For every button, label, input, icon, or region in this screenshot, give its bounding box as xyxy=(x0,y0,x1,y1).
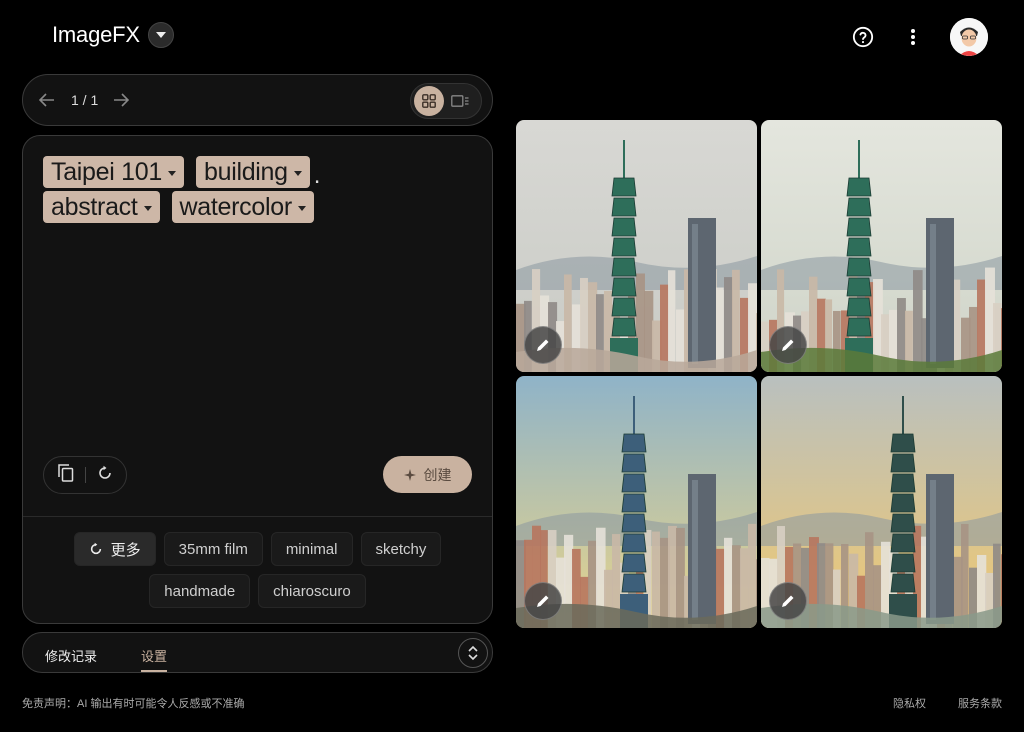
disclaimer: 免责声明：AI 输出有时可能令人反感或不准确 xyxy=(22,698,245,710)
edit-image-button[interactable] xyxy=(524,326,562,364)
more-suggestions-button[interactable]: 更多 xyxy=(73,532,156,566)
prompt-row: abstract watercolor xyxy=(43,191,463,223)
app-menu-dropdown[interactable] xyxy=(147,22,174,48)
page-count: 1 / 1 xyxy=(71,92,99,108)
pencil-icon xyxy=(782,595,794,607)
refresh-icon xyxy=(90,542,101,555)
tab-settings[interactable]: 设置 xyxy=(141,646,167,665)
suggestion-minimal[interactable]: minimal xyxy=(270,532,353,566)
prompt-row: Taipei 101 building . xyxy=(43,156,463,188)
edit-image-button[interactable] xyxy=(769,326,807,364)
suggestion-row: handmade chiaroscuro xyxy=(63,574,452,608)
edit-image-button[interactable] xyxy=(769,582,807,620)
header-actions xyxy=(850,18,988,56)
active-tab-indicator xyxy=(141,670,167,672)
privacy-link[interactable]: 隐私权 xyxy=(893,695,926,711)
chip-taipei-101[interactable]: Taipei 101 xyxy=(43,156,184,188)
grid-view-button[interactable] xyxy=(414,86,444,116)
more-label: 更多 xyxy=(110,541,141,559)
chip-label: Taipei 101 xyxy=(51,157,162,186)
avatar-icon xyxy=(950,18,988,56)
caret-down-icon xyxy=(293,170,302,176)
edit-image-button[interactable] xyxy=(524,582,562,620)
view-toggle xyxy=(410,83,482,119)
caret-down-icon xyxy=(143,205,152,211)
chip-building[interactable]: building xyxy=(195,156,310,188)
prompt-tools xyxy=(43,456,127,494)
unfold-icon xyxy=(468,645,478,661)
user-avatar[interactable] xyxy=(950,18,988,56)
next-button[interactable] xyxy=(111,90,131,110)
generated-image[interactable] xyxy=(761,376,1002,628)
help-button[interactable] xyxy=(850,24,876,50)
single-view-icon xyxy=(451,95,469,107)
arrow-right-icon xyxy=(114,93,129,107)
prompt-period: . xyxy=(313,162,321,189)
suggestion-35mm-film[interactable]: 35mm film xyxy=(163,532,263,566)
terms-link[interactable]: 服务条款 xyxy=(958,695,1002,711)
app-brand: ImageFX xyxy=(52,22,174,48)
copy-icon xyxy=(57,463,73,482)
chip-abstract[interactable]: abstract xyxy=(43,191,160,223)
card-divider xyxy=(23,516,492,517)
chip-watercolor[interactable]: watercolor xyxy=(171,191,314,223)
image-grid xyxy=(516,120,1002,628)
grid-icon xyxy=(422,94,436,108)
chip-label: watercolor xyxy=(179,192,293,221)
pencil-icon xyxy=(537,339,549,351)
generated-image[interactable] xyxy=(516,376,757,628)
suggestion-chips: 更多 35mm film minimal sketchy handmade ch… xyxy=(23,532,492,608)
sparkle-icon xyxy=(403,468,416,481)
create-button[interactable]: 创建 xyxy=(383,456,472,493)
create-label: 创建 xyxy=(423,466,452,483)
help-icon xyxy=(852,26,874,48)
tools-divider xyxy=(84,467,86,483)
suggestion-sketchy[interactable]: sketchy xyxy=(360,532,442,566)
caret-down-icon xyxy=(297,205,306,211)
prompt-chips: Taipei 101 building . abstract watercolo… xyxy=(43,156,463,226)
copy-button[interactable] xyxy=(57,463,74,487)
arrow-left-icon xyxy=(39,93,54,107)
generated-image[interactable] xyxy=(516,120,757,372)
reset-button[interactable] xyxy=(97,465,113,486)
more-vert-icon xyxy=(911,29,915,45)
caret-down-icon xyxy=(167,170,176,176)
result-pager: 1 / 1 xyxy=(22,74,493,126)
generated-image[interactable] xyxy=(761,120,1002,372)
bottom-tab-bar: 修改记录 设置 xyxy=(22,632,493,673)
pencil-icon xyxy=(782,339,794,351)
tab-history[interactable]: 修改记录 xyxy=(45,646,97,665)
pencil-icon xyxy=(537,595,549,607)
more-options-button[interactable] xyxy=(900,24,926,50)
single-view-button[interactable] xyxy=(445,86,475,116)
suggestion-chiaroscuro[interactable]: chiaroscuro xyxy=(258,574,366,608)
chip-label: building xyxy=(203,157,288,186)
suggestion-handmade[interactable]: handmade xyxy=(149,574,251,608)
footer-links: 隐私权 服务条款 xyxy=(893,695,1002,711)
prompt-card: Taipei 101 building . abstract watercolo… xyxy=(22,135,493,624)
expand-panel-button[interactable] xyxy=(458,638,488,668)
chip-label: abstract xyxy=(51,192,138,221)
previous-button[interactable] xyxy=(37,90,57,110)
chevron-down-icon xyxy=(155,32,166,38)
refresh-icon xyxy=(98,465,111,479)
app-title: ImageFX xyxy=(52,22,140,47)
